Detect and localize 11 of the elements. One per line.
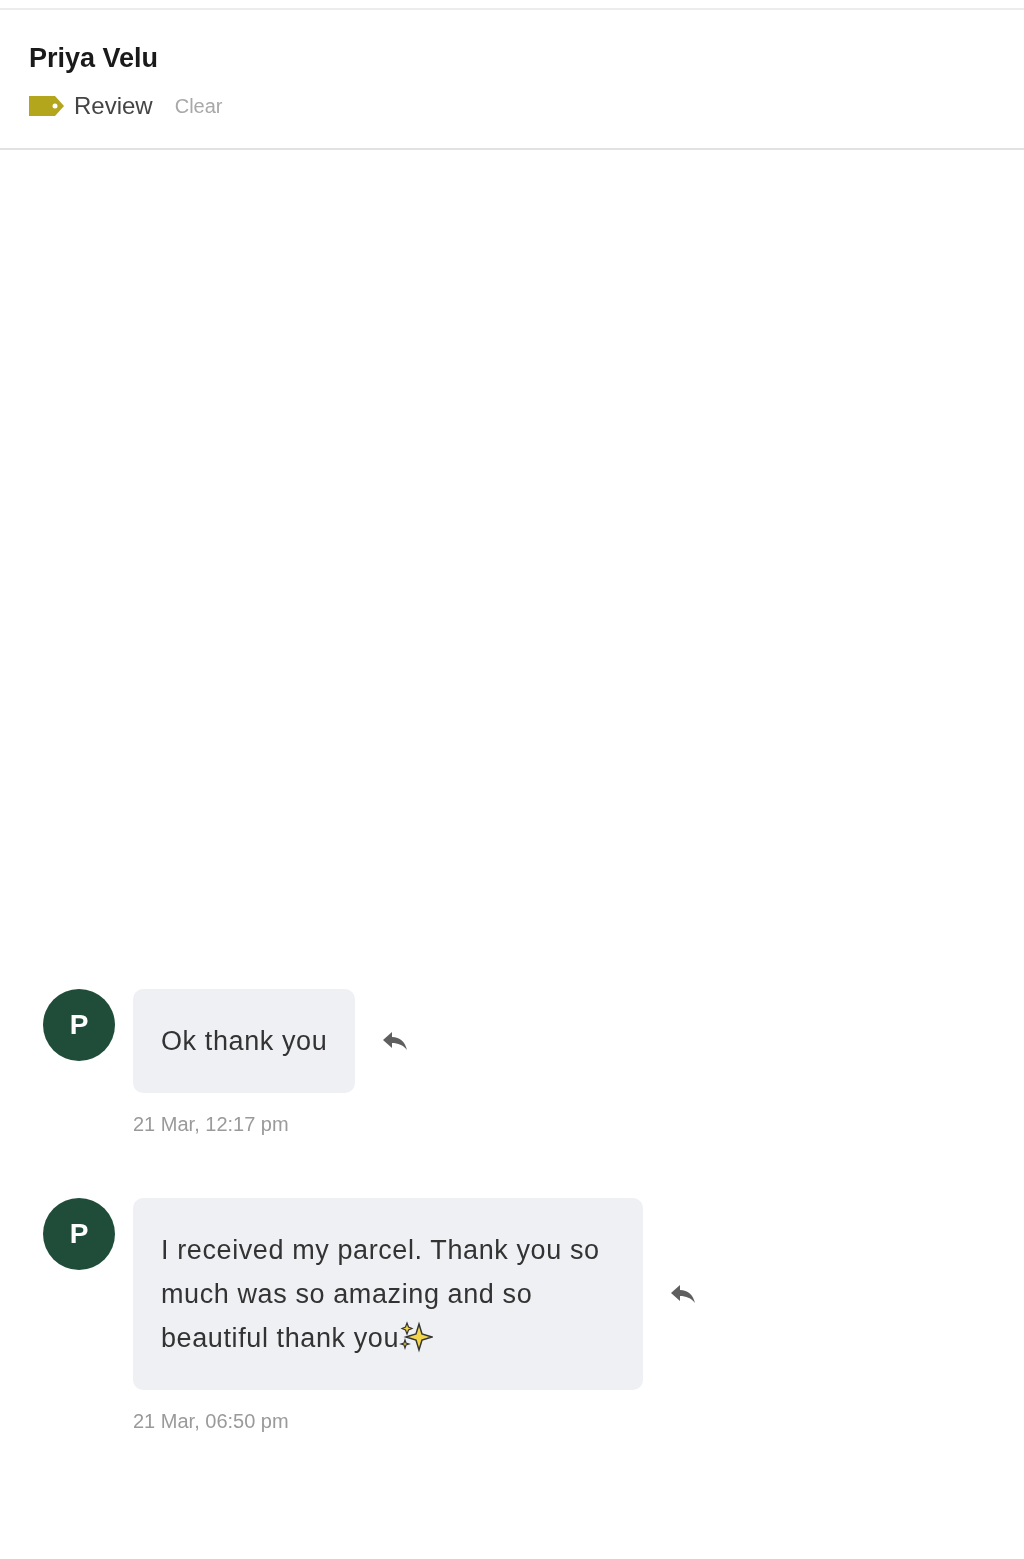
message-time: 21 Mar, 06:50 pm: [133, 1409, 290, 1434]
contact-name: Priya Velu: [29, 42, 160, 75]
message-text: I received my parcel. Thank you so much was so amazing and so beautiful thank you: [161, 1235, 600, 1353]
avatar: P: [43, 1198, 115, 1270]
clear-button[interactable]: Clear: [174, 91, 223, 121]
reply-icon[interactable]: [670, 1284, 696, 1304]
message-time: 21 Mar, 12:17 pm: [133, 1112, 290, 1137]
tag-label: Review: [74, 91, 153, 121]
avatar: P: [43, 989, 115, 1061]
reply-icon[interactable]: [382, 1031, 409, 1051]
message-text: Ok thank you: [161, 1026, 328, 1056]
